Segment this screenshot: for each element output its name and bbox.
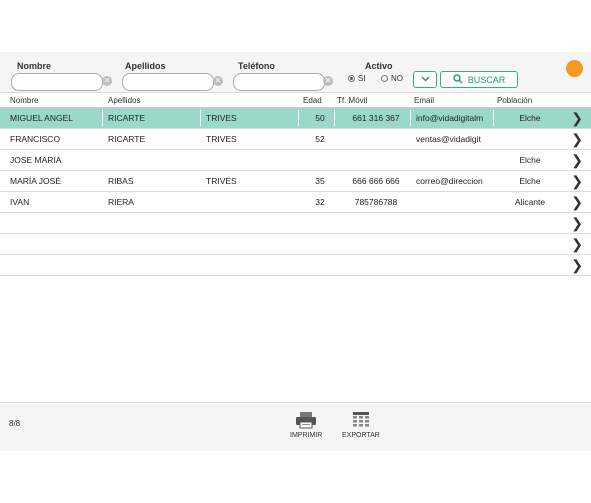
cell-edad: 52 [315,134,325,144]
telefono-label: Teléfono [238,61,275,71]
nombre-input[interactable] [11,73,103,91]
cell-email: info@vidadigitalm [416,113,484,123]
cell-edad: 50 [315,113,325,123]
cell-apellido2: TRIVES [206,176,237,186]
chevron-right-icon[interactable]: ❯ [571,194,583,211]
cell-apellido1: RICARTE [108,113,146,123]
activo-label: Activo [365,61,393,71]
apellidos-input[interactable] [122,73,214,91]
chevron-right-icon[interactable]: ❯ [571,152,583,169]
radio-si-dot[interactable] [348,75,355,82]
radio-no[interactable]: NO [381,74,403,83]
clear-icon[interactable]: ✕ [323,76,333,86]
header-movil[interactable]: Tf. Móvil [337,96,367,105]
radio-si-label: SI [358,74,366,83]
table-row[interactable]: JOSE MARIA Elche ❯ [0,150,591,171]
cell-apellido1: RICARTE [108,134,146,144]
export-icon [342,411,380,429]
table-row[interactable]: ❯ [0,255,591,276]
cell-nombre: MIGUEL ANGEL [10,113,73,123]
contacts-table: MIGUEL ANGEL RICARTE TRIVES 50 661 316 3… [0,108,591,276]
cell-nombre: MARÍA JOSÉ [10,176,62,186]
table-row[interactable]: IVAN RIERA 32 785786788 Alicante ❯ [0,192,591,213]
cell-apellido2: TRIVES [206,113,237,123]
table-row[interactable]: MARÍA JOSÉ RIBAS TRIVES 35 666 666 666 c… [0,171,591,192]
cell-apellido1: RIERA [108,197,134,207]
cell-nombre: IVAN [10,197,30,207]
clear-icon[interactable]: ✕ [213,76,223,86]
header-email[interactable]: Email [414,96,434,105]
cell-nombre: FRANCISCO [10,134,61,144]
header-apellidos[interactable]: Apellidos [108,96,140,105]
chevron-right-icon[interactable]: ❯ [571,215,583,232]
search-button[interactable]: BUSCAR [440,71,518,88]
chevron-right-icon[interactable]: ❯ [571,236,583,253]
nombre-label: Nombre [17,61,52,71]
cell-nombre: JOSE MARIA [10,155,62,165]
apellidos-label: Apellidos [125,61,166,71]
export-button[interactable]: EXPORTAR [342,411,380,439]
table-header: Nombre Apellidos Edad Tf. Móvil Email Po… [0,94,591,108]
search-label: BUSCAR [467,74,506,85]
printer-icon [290,411,322,429]
contacts-app: Nombre Apellidos Teléfono Activo ✕ ✕ ✕ S… [0,52,591,451]
cell-movil: 666 666 666 [352,176,400,186]
clear-icon[interactable]: ✕ [102,76,112,86]
cell-apellido2: TRIVES [206,134,237,144]
table-row[interactable]: FRANCISCO RICARTE TRIVES 52 ventas@vidad… [0,129,591,150]
print-button[interactable]: IMPRIMIR [290,411,322,439]
cell-email: correo@direccion [416,176,483,186]
telefono-input[interactable] [233,73,325,91]
cell-edad: 32 [315,197,325,207]
table-row[interactable]: ❯ [0,234,591,255]
cell-poblacion: Elche [519,155,541,165]
radio-no-label: NO [391,74,403,83]
filter-bar: Nombre Apellidos Teléfono Activo ✕ ✕ ✕ S… [0,52,591,93]
search-icon [453,73,463,86]
chevron-right-icon[interactable]: ❯ [571,110,583,127]
footer-toolbar: 8/8 IMPRIMIR EXPORTAR [0,402,591,451]
radio-si[interactable]: SI [348,74,366,83]
cell-poblacion: Alicante [514,197,546,207]
filter-dropdown-button[interactable] [413,71,437,88]
chevron-right-icon[interactable]: ❯ [571,257,583,274]
cell-apellido1: RIBAS [108,176,134,186]
table-row[interactable]: MIGUEL ANGEL RICARTE TRIVES 50 661 316 3… [0,108,591,129]
cell-movil: 661 316 367 [352,113,400,123]
chevron-down-icon [420,74,430,85]
cell-poblacion: Elche [519,113,541,123]
header-poblacion[interactable]: Población [497,96,532,105]
cell-poblacion: Elche [519,176,541,186]
table-row[interactable]: ❯ [0,213,591,234]
print-label: IMPRIMIR [290,432,323,439]
chevron-right-icon[interactable]: ❯ [571,131,583,148]
export-label: EXPORTAR [342,432,380,439]
cell-movil: 785786788 [354,197,398,207]
radio-no-dot[interactable] [381,75,388,82]
header-nombre[interactable]: Nombre [10,96,38,105]
cell-email: ventas@vidadigit [416,134,481,144]
cell-edad: 35 [315,176,325,186]
header-edad[interactable]: Edad [303,96,322,105]
chevron-right-icon[interactable]: ❯ [571,173,583,190]
status-indicator[interactable] [566,60,583,77]
record-count: 8/8 [9,419,21,428]
